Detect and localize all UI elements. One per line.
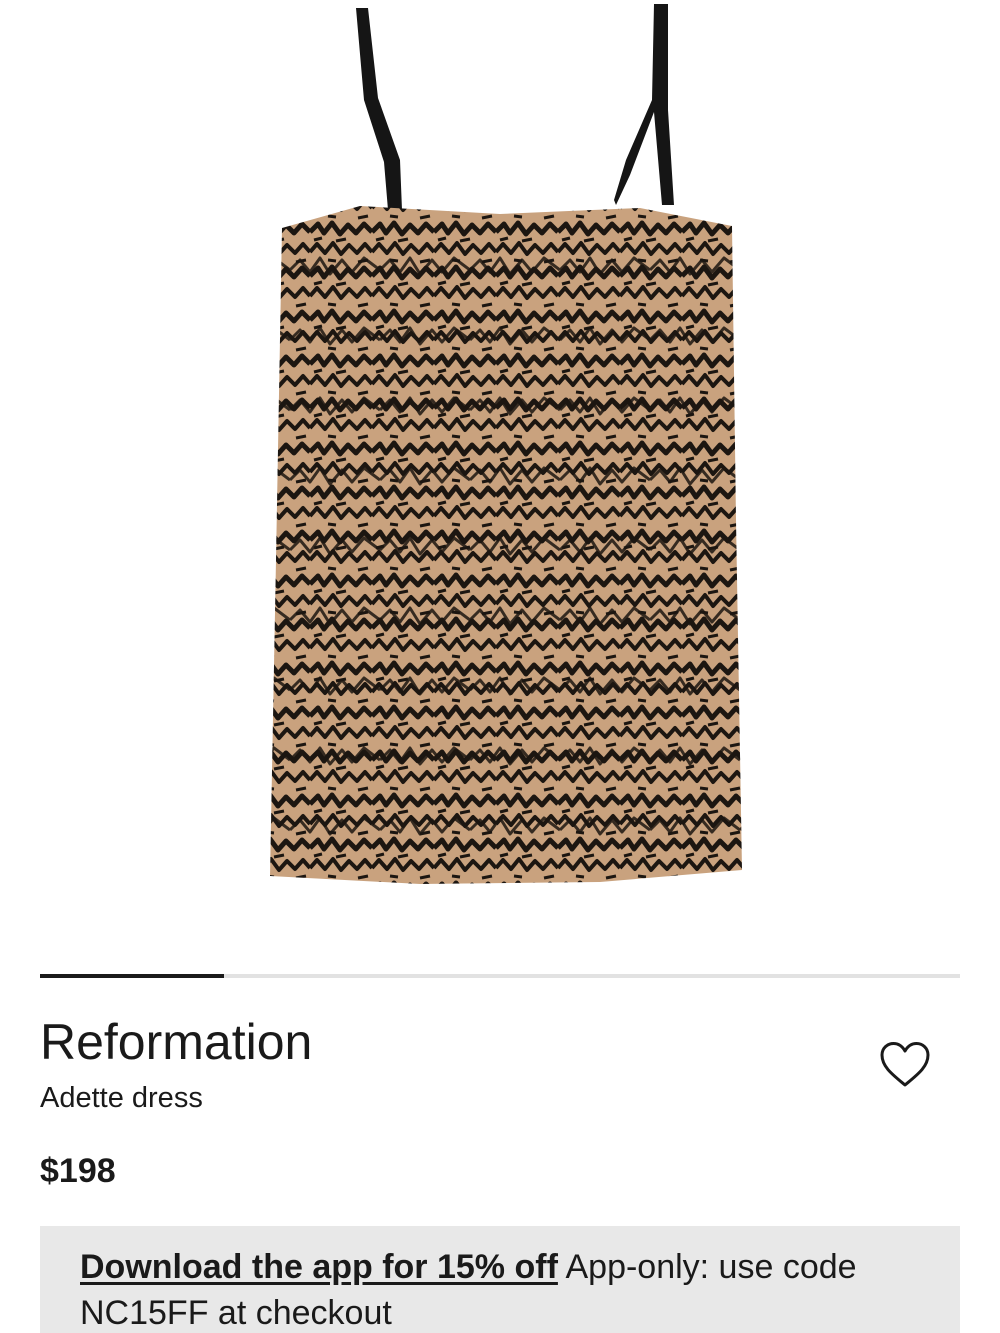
app-promo-banner: Download the app for 15% off App-only: u… — [40, 1226, 960, 1333]
download-app-link[interactable]: Download the app for 15% off — [80, 1248, 558, 1286]
dress-illustration — [270, 4, 742, 884]
wishlist-button[interactable] — [874, 1034, 936, 1096]
heart-icon — [880, 1042, 930, 1087]
brand-name[interactable]: Reformation — [40, 1012, 312, 1072]
product-name: Adette dress — [40, 1082, 203, 1114]
carousel-progress-fill — [40, 974, 224, 978]
product-price: $198 — [40, 1152, 116, 1190]
product-image[interactable] — [0, 0, 1000, 950]
image-carousel-progress — [40, 974, 960, 978]
